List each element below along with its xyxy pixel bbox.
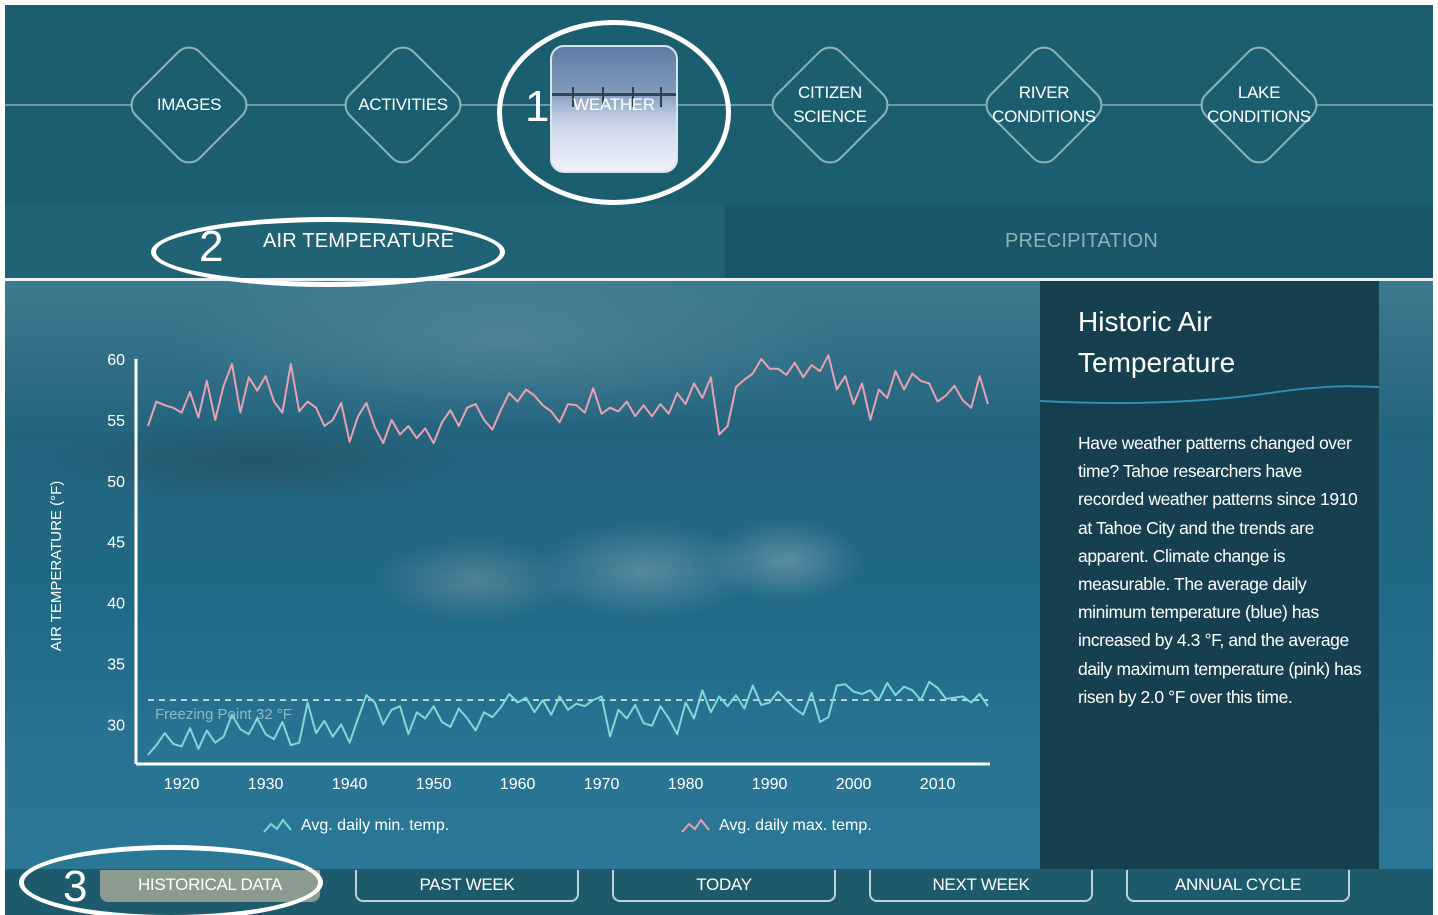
x-tick-label: 1960 bbox=[500, 776, 536, 793]
y-tick-label: 55 bbox=[107, 413, 125, 430]
tab-air-temperature[interactable]: AIR TEMPERATURE bbox=[5, 205, 725, 279]
time-range-bar: HISTORICAL DATA PAST WEEK TODAY NEXT WEE… bbox=[5, 869, 1433, 915]
info-panel: Historic Air Temperature Have weather pa… bbox=[1040, 281, 1379, 869]
x-tick-label: 1940 bbox=[332, 776, 368, 793]
x-tick-label: 1950 bbox=[416, 776, 452, 793]
y-axis-label: AIR TEMPERATURE (°F) bbox=[48, 481, 65, 651]
button-today[interactable]: TODAY bbox=[612, 870, 836, 902]
y-tick-label: 50 bbox=[107, 474, 125, 491]
nav-item-lake-conditions[interactable]: LAKE CONDITIONS bbox=[1191, 37, 1327, 173]
legend-swatch-max bbox=[681, 818, 710, 833]
air-temperature-chart: 60 55 50 45 40 35 30 1920 1930 1940 1950 1960 1970 19… bbox=[48, 352, 990, 793]
info-title: Historic Air Temperature bbox=[1078, 306, 1236, 378]
x-tick-label: 2000 bbox=[836, 776, 872, 793]
app-window: IMAGES ACTIVITIES WEATHER CITIZEN SCIENC… bbox=[5, 5, 1433, 915]
callout-number-2: 2 bbox=[199, 222, 224, 271]
nav-item-label: WEATHER bbox=[573, 95, 655, 114]
button-annual-cycle[interactable]: ANNUAL CYCLE bbox=[1126, 870, 1350, 902]
nav-item-river-conditions[interactable]: RIVER CONDITIONS bbox=[976, 37, 1112, 173]
x-tick-label: 1970 bbox=[584, 776, 620, 793]
x-tick-label: 1920 bbox=[164, 776, 200, 793]
legend-swatch-min bbox=[263, 818, 292, 833]
callout-number-3: 3 bbox=[63, 862, 88, 911]
button-next-week[interactable]: NEXT WEEK bbox=[869, 870, 1093, 902]
nav-item-label: LAKE CONDITIONS bbox=[1207, 83, 1311, 126]
y-tick-label: 30 bbox=[107, 717, 125, 734]
nav-item-label: IMAGES bbox=[156, 95, 222, 114]
x-tick-label: 1930 bbox=[248, 776, 284, 793]
tab-label: AIR TEMPERATURE bbox=[263, 230, 455, 252]
legend-item-max: Avg. daily max. temp. bbox=[681, 817, 872, 835]
y-tick-label: 60 bbox=[107, 352, 125, 369]
info-body: Have weather patterns changed over time?… bbox=[1078, 433, 1362, 707]
callout-number-1: 1 bbox=[525, 82, 550, 131]
nav-item-citizen-science[interactable]: CITIZEN SCIENCE bbox=[762, 37, 898, 173]
x-tick-label: 1990 bbox=[752, 776, 788, 793]
section-nav: IMAGES ACTIVITIES WEATHER CITIZEN SCIENC… bbox=[5, 5, 1433, 205]
button-past-week[interactable]: PAST WEEK bbox=[355, 870, 579, 902]
nav-item-label: ACTIVITIES bbox=[358, 95, 448, 114]
nav-item-label: CITIZEN SCIENCE bbox=[793, 83, 867, 126]
legend-label-max: Avg. daily max. temp. bbox=[719, 817, 872, 834]
y-tick-label: 45 bbox=[107, 535, 125, 552]
legend-item-min: Avg. daily min. temp. bbox=[263, 817, 449, 835]
button-historical-data[interactable]: HISTORICAL DATA bbox=[100, 870, 320, 902]
nav-item-images[interactable]: IMAGES bbox=[121, 37, 257, 173]
tab-label: PRECIPITATION bbox=[1005, 230, 1158, 252]
legend-label-min: Avg. daily min. temp. bbox=[301, 817, 450, 834]
y-tick-label: 40 bbox=[107, 596, 125, 613]
y-tick-label: 35 bbox=[107, 657, 125, 674]
wave-divider bbox=[1040, 385, 1379, 404]
series-line-max-temp bbox=[147, 354, 989, 445]
nav-item-label: RIVER CONDITIONS bbox=[992, 83, 1096, 126]
x-tick-label: 1980 bbox=[668, 776, 704, 793]
nav-item-activities[interactable]: ACTIVITIES bbox=[335, 37, 471, 173]
tab-precipitation[interactable]: PRECIPITATION bbox=[725, 205, 1433, 279]
freezing-point-label: Freezing Point 32 °F bbox=[155, 706, 292, 723]
x-tick-label: 2010 bbox=[920, 776, 956, 793]
